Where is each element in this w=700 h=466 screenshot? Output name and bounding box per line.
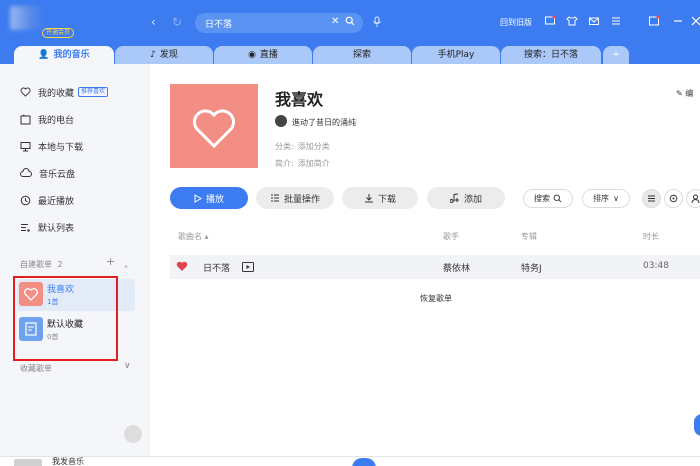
- sidebar-item-cloud[interactable]: 音乐云盘: [20, 165, 75, 181]
- heart-outline-icon: [193, 109, 235, 149]
- collapse-icon[interactable]: ‸: [124, 255, 128, 268]
- search-input[interactable]: 日不落 ✕: [195, 13, 363, 33]
- sidebar-item-local-download[interactable]: 本地与下载: [20, 138, 83, 154]
- owner-avatar[interactable]: [275, 115, 287, 127]
- song-duration: 03:48: [643, 261, 669, 271]
- monitor-icon: [20, 141, 31, 151]
- collected-playlists-header[interactable]: 收藏歌单: [20, 363, 52, 374]
- play-all-button[interactable]: 播放: [170, 187, 248, 209]
- note-icon: ♪: [150, 50, 156, 60]
- song-artist[interactable]: 蔡依林: [443, 261, 470, 274]
- owner-name[interactable]: 進动了昔日的涌纯: [292, 117, 356, 128]
- search-icon: [553, 194, 562, 203]
- list-icon: [21, 223, 30, 232]
- play-pause-button[interactable]: [352, 458, 376, 466]
- song-album[interactable]: 特务J: [521, 261, 542, 274]
- heart-outline-icon: [20, 87, 31, 97]
- recommend-tag[interactable]: 推荐喜欢: [78, 87, 109, 97]
- download-icon: [364, 194, 373, 203]
- title-bar: 开通会员 ‹ ↻ 日不落 ✕ 回到旧版: [0, 0, 700, 46]
- close-icon[interactable]: [690, 15, 700, 27]
- skin-icon[interactable]: [544, 15, 556, 27]
- add-note-icon: [449, 193, 459, 203]
- table-row[interactable]: 日不落 蔡依林 特务J 03:48: [170, 255, 700, 279]
- shirt-icon[interactable]: [566, 15, 578, 27]
- cloud-icon: [20, 168, 32, 177]
- mail-icon[interactable]: [588, 15, 600, 27]
- pencil-icon: ✎: [676, 89, 683, 98]
- tab-explore[interactable]: 探索: [313, 46, 411, 64]
- sort-up-icon: ▴: [204, 232, 209, 241]
- floating-action-button[interactable]: [694, 414, 700, 436]
- add-intro-link[interactable]: 添加简介: [298, 159, 330, 168]
- mini-mode-icon[interactable]: [648, 15, 660, 27]
- add-tab-button[interactable]: +: [603, 46, 629, 64]
- now-playing-thumb[interactable]: [14, 459, 42, 466]
- sidebar-item-favorites[interactable]: 我的收藏 推荐喜欢: [20, 84, 109, 100]
- list-view-icon[interactable]: [642, 189, 661, 208]
- refresh-icon[interactable]: ↻: [172, 15, 182, 29]
- intro-row: 简介: 添加简介: [275, 159, 330, 168]
- search-icon[interactable]: [345, 16, 355, 26]
- settings-circle-icon[interactable]: [124, 425, 142, 443]
- sort-button[interactable]: 排序 ∨: [582, 189, 630, 208]
- sidebar-item-default-list[interactable]: 默认列表: [20, 219, 74, 235]
- menu-icon[interactable]: [610, 15, 622, 27]
- song-title[interactable]: 日不落: [203, 261, 230, 274]
- add-button[interactable]: 添加: [427, 187, 505, 209]
- sidebar-item-recent[interactable]: 最近播放: [20, 192, 74, 208]
- play-icon: [194, 193, 202, 203]
- mv-icon[interactable]: [242, 262, 254, 272]
- back-arrow-icon[interactable]: ‹: [151, 15, 156, 29]
- playlist-title: 我喜欢: [275, 90, 324, 109]
- add-playlist-icon[interactable]: +: [106, 255, 115, 268]
- download-button[interactable]: 下载: [342, 187, 418, 209]
- category-row: 分类: 添加分类: [275, 142, 330, 151]
- tab-mobile-play[interactable]: 手机Play: [412, 46, 500, 64]
- clock-icon: [20, 195, 31, 205]
- user-avatar[interactable]: [10, 6, 44, 30]
- batch-operation-button[interactable]: 批量操作: [256, 187, 334, 209]
- search-value: 日不落: [205, 20, 233, 30]
- column-header-album[interactable]: 专辑: [521, 231, 537, 242]
- column-header-artist[interactable]: 歌手: [443, 231, 459, 242]
- tab-bar: 👤 我的音乐 ♪ 发现 ◉ 直播 探索 手机Play 搜索：日不落 +: [0, 46, 700, 64]
- artist-view-icon[interactable]: [686, 189, 700, 208]
- user-icon: 👤: [38, 50, 50, 60]
- chevron-down-icon: ∨: [613, 194, 619, 203]
- column-header-duration[interactable]: 时长: [643, 231, 659, 242]
- expand-icon[interactable]: ∨: [124, 361, 131, 371]
- heart-filled-icon[interactable]: [176, 261, 188, 272]
- now-playing-title: 我发音乐: [52, 457, 84, 466]
- player-bar: 我发音乐: [0, 456, 700, 466]
- column-header-title[interactable]: 歌曲名 ▴: [178, 231, 209, 242]
- minimize-icon[interactable]: [672, 15, 684, 27]
- search-in-playlist-button[interactable]: 搜索: [523, 189, 573, 208]
- back-to-old-version-link[interactable]: 回到旧版: [500, 17, 532, 28]
- checklist-icon: [270, 194, 279, 202]
- tab-search[interactable]: 搜索：日不落: [501, 46, 601, 64]
- vip-badge[interactable]: 开通会员: [42, 28, 75, 38]
- album-view-icon[interactable]: [664, 189, 683, 208]
- radio-icon: [20, 114, 31, 124]
- add-category-link[interactable]: 添加分类: [298, 142, 330, 151]
- tab-my-music[interactable]: 👤 我的音乐: [14, 46, 114, 64]
- playlist-cover: [170, 84, 258, 168]
- clear-icon[interactable]: ✕: [331, 16, 339, 27]
- tab-live[interactable]: ◉ 直播: [214, 46, 312, 64]
- highlight-annotation-box: [13, 276, 118, 361]
- sidebar-item-radio[interactable]: 我的电台: [20, 111, 74, 127]
- created-playlists-header[interactable]: 自建歌单 2: [20, 259, 63, 270]
- edit-button[interactable]: ✎ 编: [676, 88, 693, 99]
- restore-playlist-link[interactable]: 恢复歌单: [420, 293, 452, 304]
- live-icon: ◉: [248, 50, 256, 60]
- mic-icon[interactable]: [372, 16, 382, 28]
- tab-discover[interactable]: ♪ 发现: [115, 46, 213, 64]
